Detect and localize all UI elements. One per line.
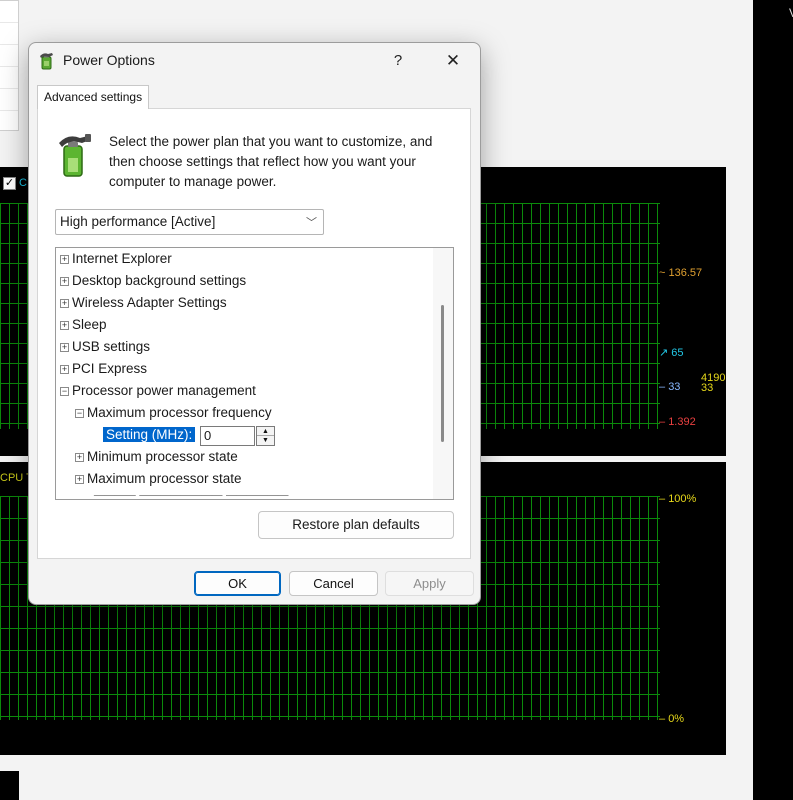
graph-label-lower-right-bottom: 33 — [701, 382, 714, 394]
tree-item-label: Maximum processor state — [87, 471, 242, 486]
scrollbar-thumb[interactable] — [441, 305, 444, 442]
advanced-settings-page: Select the power plan that you want to c… — [37, 108, 471, 559]
graph-label-lower-left: ‒ 33 — [659, 381, 681, 393]
tree-item-label: Minimum processor state — [87, 449, 238, 464]
setting-row[interactable]: Setting (MHz): — [103, 424, 196, 446]
power-plan-dropdown[interactable]: High performance [Active] ﹀ — [55, 209, 324, 235]
tree-item-label: PCI Express — [72, 361, 148, 376]
tree-item-label: Sleep — [72, 317, 107, 332]
tree-item-partially-visible: ⊞ ▁▁▁▁ ▁▁▁▁▁▁▁▁ ▁▁▁▁▁▁ — [79, 495, 309, 499]
dialog-titlebar[interactable]: Power Options ? ✕ — [29, 43, 480, 79]
graph-checkbox-label: C — [19, 177, 27, 189]
graph-label-bottom: ‒ 1.392 — [659, 416, 696, 428]
tree-item-label: Desktop background settings — [72, 273, 247, 288]
power-options-icon — [40, 53, 53, 70]
power-options-dialog: Power Options ? ✕ Advanced settings Sele… — [28, 42, 481, 605]
tree-item-maximum-processor-frequency[interactable]: − Maximum processor frequency — [75, 402, 272, 424]
setting-value-input[interactable]: 0 — [200, 426, 255, 446]
background-list — [0, 0, 19, 131]
tree-item-label: Wireless Adapter Settings — [72, 295, 227, 310]
expand-icon[interactable]: + — [60, 343, 69, 352]
apply-button[interactable]: Apply — [385, 571, 474, 596]
tree-item-pci-express[interactable]: + PCI Express — [60, 358, 147, 380]
tab-advanced-settings[interactable]: Advanced settings — [37, 85, 150, 109]
expand-icon[interactable]: + — [60, 365, 69, 374]
tree-item-label: USB settings — [72, 339, 151, 354]
settings-tree[interactable]: + Internet Explorer + Desktop background s… — [55, 247, 454, 500]
tree-item-label: Internet Explorer — [72, 251, 172, 266]
collapse-icon[interactable]: − — [75, 409, 84, 418]
collapse-icon[interactable]: − — [60, 387, 69, 396]
background-corner-block — [0, 771, 19, 800]
graph-label-middle: ↗ 65 — [659, 347, 684, 359]
intro-text: Select the power plan that you want to c… — [109, 134, 433, 189]
list-item[interactable] — [0, 67, 18, 89]
tree-item-processor-power-management[interactable]: − Processor power management — [60, 380, 256, 402]
list-item[interactable] — [0, 23, 18, 45]
list-item[interactable] — [0, 45, 18, 67]
setting-label: Setting (MHz): — [103, 427, 196, 442]
right-panel-text: V — [789, 6, 793, 20]
expand-icon[interactable]: + — [60, 299, 69, 308]
spin-up-icon[interactable]: ▲ — [257, 427, 274, 436]
expand-icon[interactable]: + — [60, 255, 69, 264]
expand-icon[interactable]: + — [75, 453, 84, 462]
graph-label-top: ~ 136.57 — [659, 267, 703, 279]
tree-item-maximum-processor-state[interactable]: + Maximum processor state — [75, 468, 242, 490]
expand-icon[interactable]: + — [60, 321, 69, 330]
close-button[interactable]: ✕ — [435, 47, 471, 75]
battery-plug-icon — [59, 134, 91, 177]
ok-button[interactable]: OK — [194, 571, 281, 596]
tree-item-label: Maximum processor frequency — [87, 405, 272, 420]
tree-item-label: Processor power management — [72, 383, 256, 398]
tree-item-sleep[interactable]: + Sleep — [60, 314, 107, 336]
graph-checkbox[interactable]: ✓ — [3, 177, 16, 190]
help-button[interactable]: ? — [381, 47, 415, 75]
tree-item-desktop-background[interactable]: + Desktop background settings — [60, 270, 246, 292]
tree-scrollbar[interactable] — [433, 248, 453, 499]
tree-item-internet-explorer[interactable]: + Internet Explorer — [60, 248, 172, 270]
spin-down-icon[interactable]: ▼ — [257, 436, 274, 445]
tree-item-usb-settings[interactable]: + USB settings — [60, 336, 150, 358]
chevron-down-icon: ﹀ — [306, 217, 317, 229]
restore-plan-defaults-button[interactable]: Restore plan defaults — [258, 511, 454, 539]
graph-label-min: ‒ 0% — [659, 713, 685, 725]
list-item[interactable] — [0, 89, 18, 111]
power-plan-selected: High performance [Active] — [60, 214, 216, 229]
expand-icon[interactable]: + — [60, 277, 69, 286]
dialog-title: Power Options — [63, 52, 155, 68]
expand-icon[interactable]: + — [75, 475, 84, 484]
graph-label-max: ‒ 100% — [659, 493, 697, 505]
list-item[interactable] — [0, 1, 18, 23]
tree-item-minimum-processor-state[interactable]: + Minimum processor state — [75, 446, 238, 468]
cancel-button[interactable]: Cancel — [289, 571, 378, 596]
tree-item-wireless-adapter[interactable]: + Wireless Adapter Settings — [60, 292, 227, 314]
setting-spinner[interactable]: ▲ ▼ — [256, 426, 275, 446]
background-right-panel: V — [753, 0, 793, 800]
